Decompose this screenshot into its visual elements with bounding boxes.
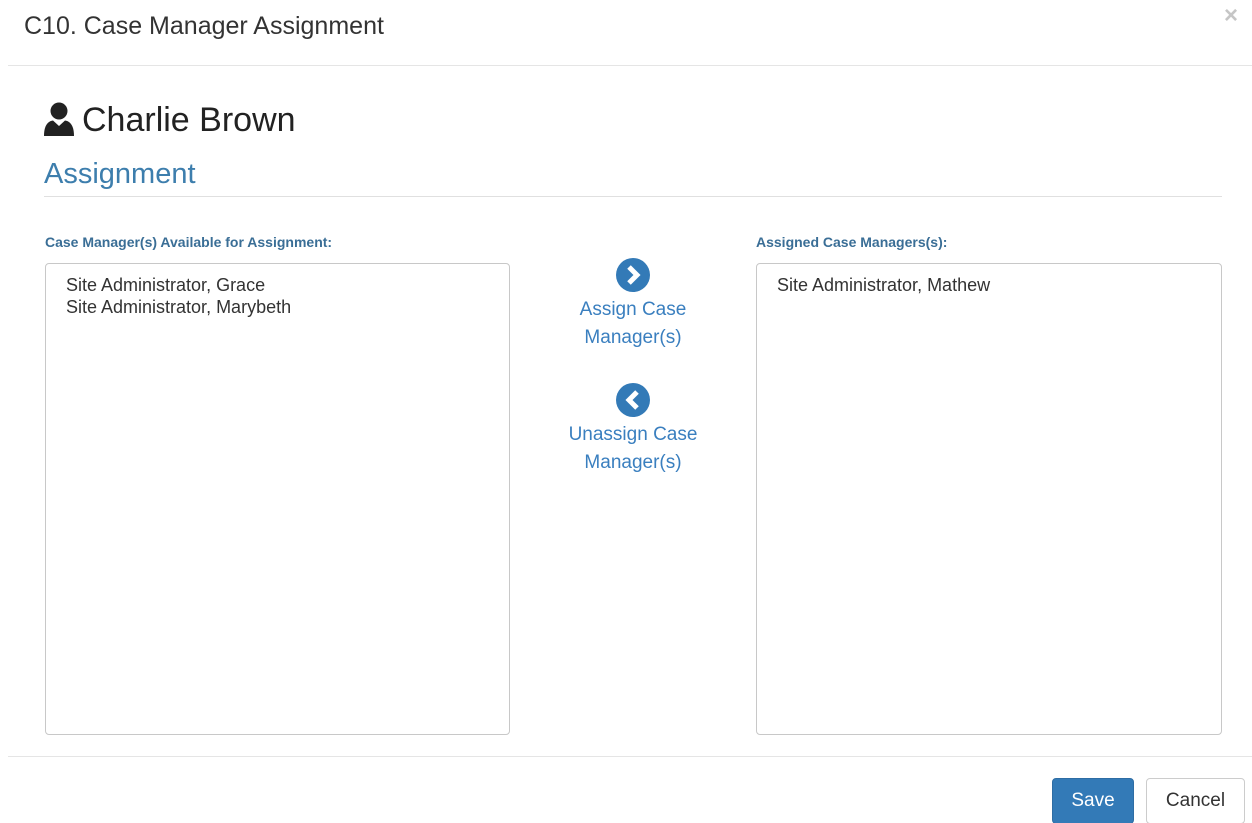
list-item[interactable]: Site Administrator, Grace	[66, 274, 489, 296]
chevron-left-circle-icon[interactable]	[616, 383, 650, 417]
assign-label[interactable]: Assign Case Manager(s)	[563, 296, 703, 352]
patient-name: Charlie Brown	[82, 101, 296, 139]
case-manager-assignment-modal: C10. Case Manager Assignment × Charlie B…	[0, 0, 1252, 823]
section-title: Assignment	[44, 158, 196, 190]
list-item[interactable]: Site Administrator, Mathew	[777, 274, 1201, 296]
header-divider	[8, 65, 1252, 66]
list-item[interactable]: Site Administrator, Marybeth	[66, 296, 489, 318]
patient-header: Charlie Brown	[44, 100, 296, 140]
assigned-case-managers-list[interactable]: Site Administrator, Mathew	[756, 263, 1222, 735]
available-list-label: Case Manager(s) Available for Assignment…	[45, 234, 333, 250]
modal-header: C10. Case Manager Assignment ×	[0, 0, 1252, 66]
available-case-managers-list[interactable]: Site Administrator, Grace Site Administr…	[45, 263, 510, 735]
close-icon[interactable]: ×	[1224, 4, 1238, 28]
assign-case-manager-button[interactable]: Assign Case Manager(s)	[543, 258, 723, 352]
unassign-case-manager-button[interactable]: Unassign Case Manager(s)	[543, 383, 723, 477]
assigned-list-label: Assigned Case Managers(s):	[756, 234, 948, 250]
chevron-right-circle-icon[interactable]	[616, 258, 650, 292]
section-divider	[44, 196, 1222, 197]
unassign-label[interactable]: Unassign Case Manager(s)	[563, 421, 703, 477]
save-button[interactable]: Save	[1052, 778, 1134, 823]
footer-divider	[8, 756, 1252, 757]
user-icon	[44, 102, 74, 136]
modal-title: C10. Case Manager Assignment	[24, 12, 384, 40]
cancel-button[interactable]: Cancel	[1146, 778, 1245, 823]
